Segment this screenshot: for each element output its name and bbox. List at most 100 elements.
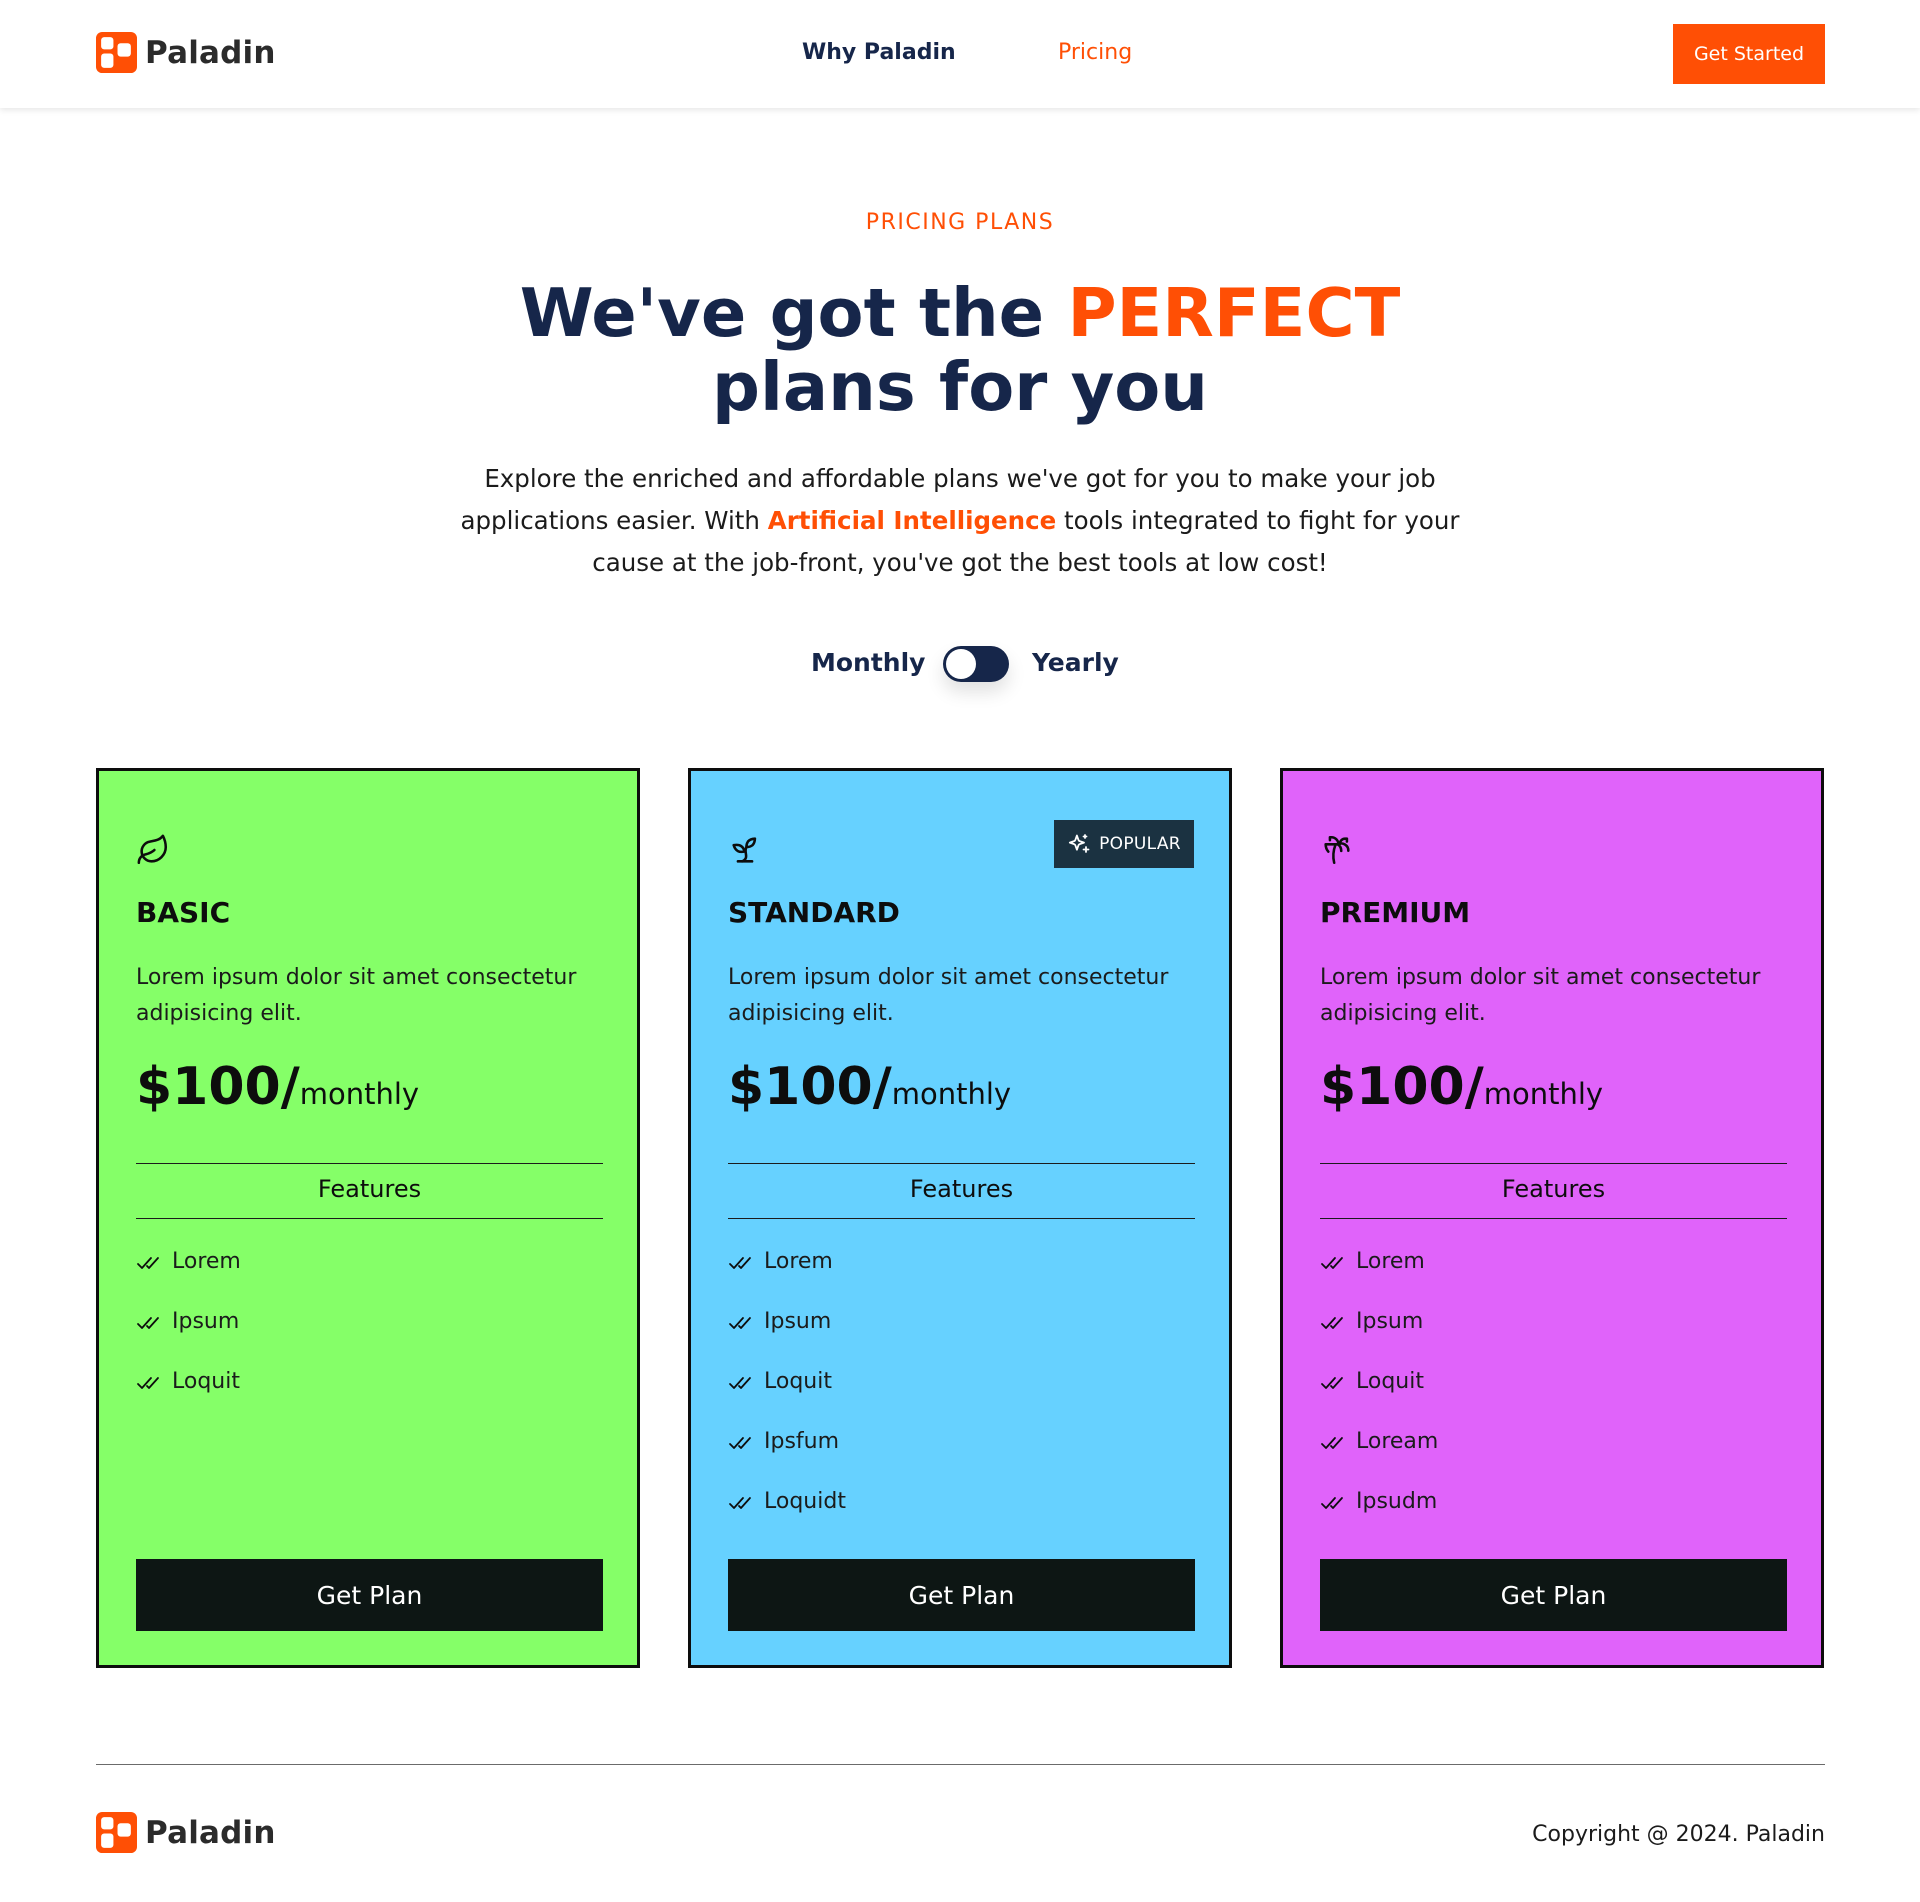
nav-link-pricing[interactable]: Pricing — [1058, 40, 1132, 65]
footer-logo[interactable]: Paladin — [96, 1812, 276, 1853]
double-check-icon — [729, 1497, 751, 1509]
feature-label: Ipsum — [1356, 1309, 1424, 1334]
double-check-icon — [137, 1257, 159, 1269]
feature-label: Lorem — [1356, 1249, 1425, 1274]
toggle-knob — [946, 649, 976, 679]
sparkles-icon — [1069, 834, 1090, 853]
feature-label: Lorem — [172, 1249, 241, 1274]
footer-brand-name: Paladin — [145, 1814, 276, 1851]
feature-label: Ipsfum — [764, 1429, 840, 1454]
toggle-label-yearly[interactable]: Yearly — [1032, 648, 1119, 677]
feature-item: Loream — [1320, 1429, 1438, 1489]
plan-description: Lorem ipsum dolor sit amet consectetur a… — [136, 965, 577, 1026]
double-check-icon — [1321, 1377, 1343, 1389]
get-plan-button[interactable]: Get Plan — [136, 1559, 603, 1631]
divider — [136, 1218, 603, 1219]
divider — [136, 1163, 603, 1164]
feature-item: Ipsum — [136, 1309, 241, 1369]
double-check-icon — [1321, 1257, 1343, 1269]
paladin-logo-icon — [96, 1812, 137, 1853]
palm-tree-icon — [1324, 835, 1350, 865]
feature-item: Loquit — [1320, 1369, 1438, 1429]
copyright-text: Copyright @ 2024. Paladin — [1532, 1822, 1825, 1847]
billing-toggle-row: Monthly Yearly — [0, 644, 1920, 684]
feature-label: Loquit — [764, 1369, 832, 1394]
plan-card-basic: BASIC Lorem ipsum dolor sit amet consect… — [96, 768, 640, 1668]
feature-item: Loquidt — [728, 1489, 846, 1549]
pricing-eyebrow: PRICING PLANS — [865, 210, 1055, 235]
feature-label: Ipsum — [172, 1309, 240, 1334]
feature-label: Loquidt — [764, 1489, 846, 1514]
main-nav: Why Paladin Pricing — [0, 40, 1920, 70]
divider — [1320, 1218, 1787, 1219]
features-heading: Features — [317, 1175, 422, 1203]
features-heading: Features — [909, 1175, 1014, 1203]
feature-item: Lorem — [136, 1249, 241, 1309]
site-header: Paladin Why Paladin Pricing Get Started — [0, 0, 1920, 108]
feature-label: Lorem — [764, 1249, 833, 1274]
double-check-icon — [1321, 1317, 1343, 1329]
divider — [728, 1163, 1195, 1164]
price-period: monthly — [891, 1077, 1012, 1111]
double-check-icon — [729, 1437, 751, 1449]
nav-link-why-paladin[interactable]: Why Paladin — [802, 40, 956, 65]
feature-list: Lorem Ipsum Loquit Loream Ipsudm — [1320, 1249, 1438, 1549]
plan-name: PREMIUM — [1320, 896, 1471, 929]
get-plan-button[interactable]: Get Plan — [1320, 1559, 1787, 1631]
double-check-icon — [729, 1317, 751, 1329]
price-amount: $100/ — [136, 1057, 300, 1117]
feature-list: Lorem Ipsum Loquit — [136, 1249, 241, 1429]
double-check-icon — [729, 1257, 751, 1269]
title-accent: PERFECT — [1067, 274, 1401, 352]
hero-description: Explore the enriched and affordable plan… — [450, 458, 1470, 584]
popular-badge: POPULAR — [1054, 820, 1194, 868]
plan-price: $100/monthly — [1320, 1057, 1603, 1117]
plan-name: BASIC — [136, 896, 231, 929]
feature-label: Loquit — [1356, 1369, 1424, 1394]
badge-label: POPULAR — [1099, 834, 1181, 854]
feature-list: Lorem Ipsum Loquit Ipsfum Loquidt — [728, 1249, 846, 1549]
double-check-icon — [137, 1377, 159, 1389]
price-amount: $100/ — [728, 1057, 892, 1117]
feature-label: Ipsudm — [1356, 1489, 1438, 1514]
price-period: monthly — [1483, 1077, 1604, 1111]
price-period: monthly — [299, 1077, 420, 1111]
feature-item: Ipsfum — [728, 1429, 846, 1489]
plan-card-standard: POPULAR STANDARD Lorem ipsum dolor sit a… — [688, 768, 1232, 1668]
divider — [728, 1218, 1195, 1219]
divider — [1320, 1163, 1787, 1164]
double-check-icon — [1321, 1437, 1343, 1449]
plan-price: $100/monthly — [136, 1057, 419, 1117]
sprout-icon — [732, 837, 757, 863]
feature-label: Loquit — [172, 1369, 240, 1394]
feature-item: Lorem — [1320, 1249, 1438, 1309]
double-check-icon — [137, 1317, 159, 1329]
double-check-icon — [1321, 1497, 1343, 1509]
feature-item: Ipsum — [1320, 1309, 1438, 1369]
toggle-label-monthly[interactable]: Monthly — [811, 648, 925, 677]
get-plan-button[interactable]: Get Plan — [728, 1559, 1195, 1631]
feature-label: Loream — [1356, 1429, 1439, 1454]
get-started-button[interactable]: Get Started — [1673, 24, 1825, 84]
footer-divider — [96, 1764, 1825, 1765]
page-title: We've got the PERFECT plans for you — [0, 276, 1920, 424]
feature-item: Ipsudm — [1320, 1489, 1438, 1549]
plan-card-premium: PREMIUM Lorem ipsum dolor sit amet conse… — [1280, 768, 1824, 1668]
desc-accent: Artificial Intelligence — [767, 506, 1057, 535]
plan-name: STANDARD — [728, 896, 900, 929]
feature-label: Ipsum — [764, 1309, 832, 1334]
leaf-icon — [137, 834, 168, 865]
features-heading: Features — [1501, 1175, 1606, 1203]
plan-description: Lorem ipsum dolor sit amet consectetur a… — [1320, 965, 1761, 1026]
feature-item: Lorem — [728, 1249, 846, 1309]
double-check-icon — [729, 1377, 751, 1389]
plan-description: Lorem ipsum dolor sit amet consectetur a… — [728, 965, 1169, 1026]
feature-item: Ipsum — [728, 1309, 846, 1369]
feature-item: Loquit — [136, 1369, 241, 1429]
price-amount: $100/ — [1320, 1057, 1484, 1117]
plan-price: $100/monthly — [728, 1057, 1011, 1117]
feature-item: Loquit — [728, 1369, 846, 1429]
title-part-1: We've got the — [519, 274, 1068, 352]
title-part-2: plans for you — [712, 348, 1208, 426]
billing-period-toggle[interactable] — [943, 646, 1009, 682]
